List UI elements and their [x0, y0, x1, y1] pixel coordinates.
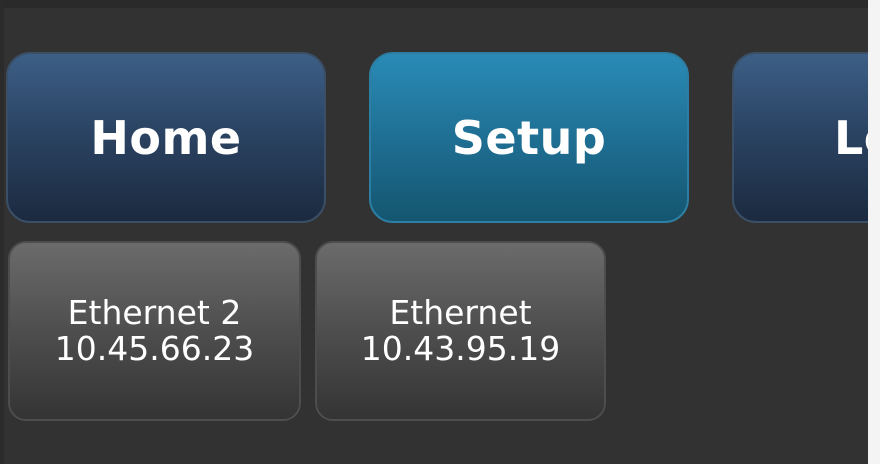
home-button[interactable]: Home	[6, 52, 326, 223]
setup-button-label: Setup	[451, 110, 607, 165]
home-button-label: Home	[90, 110, 242, 165]
right-edge	[868, 0, 880, 464]
network-ip: 10.43.95.19	[360, 329, 561, 368]
network-name: Ethernet 2	[67, 292, 242, 332]
top-bar	[0, 0, 880, 8]
third-nav-button[interactable]: Lo	[732, 52, 880, 223]
left-edge	[0, 0, 4, 464]
network-button-ethernet[interactable]: Ethernet 10.43.95.19	[315, 241, 606, 421]
app-screen: Home Setup Lo Ethernet 2 10.45.66.23 Eth…	[0, 0, 880, 464]
network-name: Ethernet	[389, 292, 532, 332]
network-button-ethernet-2[interactable]: Ethernet 2 10.45.66.23	[8, 241, 301, 421]
setup-button[interactable]: Setup	[369, 52, 689, 223]
network-ip: 10.45.66.23	[54, 329, 255, 368]
